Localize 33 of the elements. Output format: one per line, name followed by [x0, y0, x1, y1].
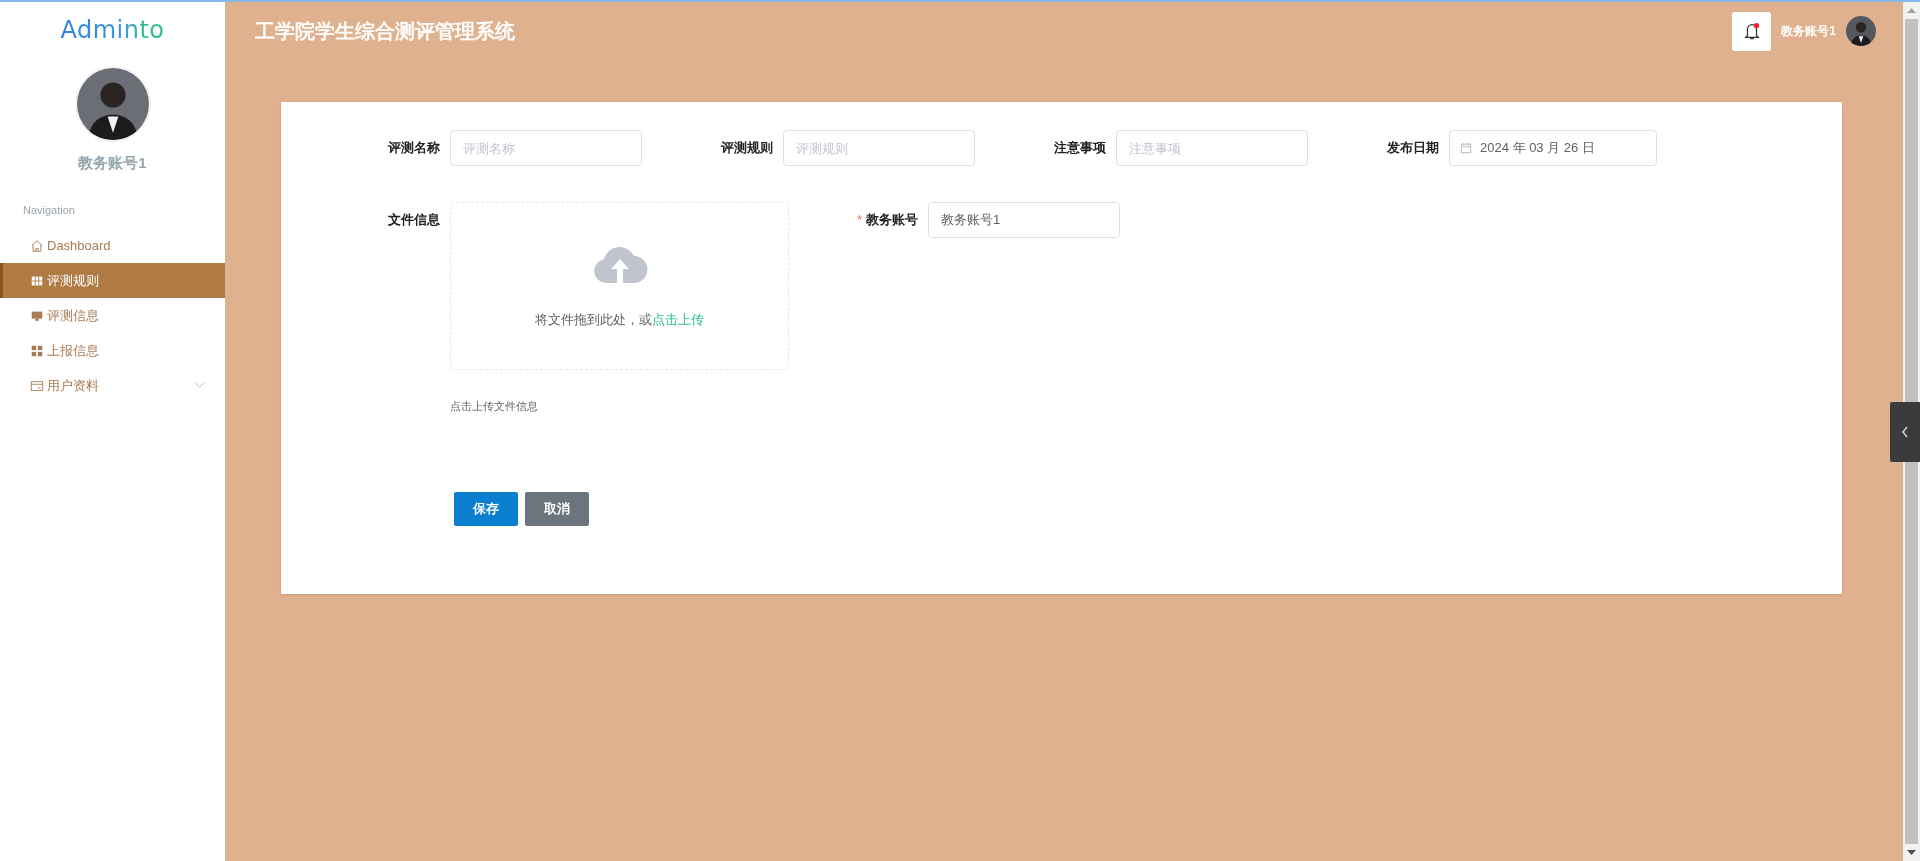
- tiles-icon: [30, 343, 44, 358]
- upload-instructions: 将文件拖到此处，或点击上传: [535, 311, 704, 329]
- input-field[interactable]: 注意事项: [1116, 130, 1308, 166]
- field-label: 发布日期: [1386, 139, 1439, 157]
- chevron-left-icon: [1900, 424, 1910, 440]
- avatar[interactable]: [1846, 16, 1876, 46]
- cancel-button[interactable]: 取消: [525, 492, 589, 526]
- nav-item[interactable]: 评测规则: [0, 263, 225, 298]
- notification-button[interactable]: [1732, 11, 1772, 51]
- field-label: 文件信息: [387, 211, 440, 229]
- field-label: 评测名称: [387, 139, 440, 157]
- input-field[interactable]: 教务账号1: [928, 202, 1120, 238]
- nav-item[interactable]: 上报信息: [0, 333, 225, 368]
- app-title: 工学院学生综合测评管理系统: [255, 18, 515, 44]
- upload-hint: 点击上传文件信息: [450, 399, 539, 414]
- upload-link[interactable]: 点击上传: [652, 312, 704, 327]
- save-button[interactable]: 保存: [454, 492, 518, 526]
- nav-item[interactable]: Dashboard: [0, 228, 225, 263]
- calendar-icon: [1460, 142, 1472, 154]
- date-field[interactable]: 2024 年 03 月 26 日: [1449, 130, 1657, 166]
- user-name: 教务账号1: [78, 154, 147, 173]
- nav-item[interactable]: 评测信息: [0, 298, 225, 333]
- field-label: 注意事项: [1053, 139, 1106, 157]
- scrollbar[interactable]: [1903, 2, 1920, 861]
- upload-area[interactable]: 将文件拖到此处，或点击上传: [450, 202, 789, 370]
- input-field[interactable]: 评测名称: [450, 130, 642, 166]
- field-label: 评测规则: [720, 139, 773, 157]
- nav-item[interactable]: 用户资料: [0, 368, 225, 403]
- input-field[interactable]: 评测规则: [783, 130, 975, 166]
- section-title: Navigation: [23, 204, 76, 216]
- home-icon: [30, 238, 44, 253]
- card-icon: [30, 378, 44, 393]
- field-label: * 教务账号: [855, 211, 918, 229]
